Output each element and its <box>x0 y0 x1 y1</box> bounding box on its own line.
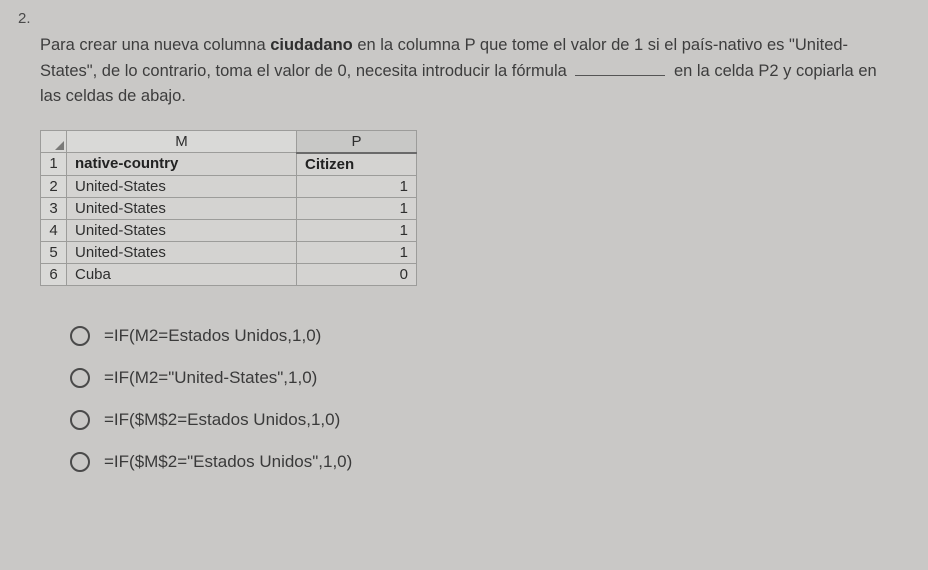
option-4[interactable]: =IF($M$2="Estados Unidos",1,0) <box>70 452 888 472</box>
option-3[interactable]: =IF($M$2=Estados Unidos,1,0) <box>70 410 888 430</box>
table-row: 3United-States1 <box>41 197 417 219</box>
radio-icon[interactable] <box>70 368 90 388</box>
question-number: 2. <box>18 10 38 27</box>
col-header-M: M <box>67 130 297 153</box>
answer-options: =IF(M2=Estados Unidos,1,0) =IF(M2="Unite… <box>70 326 888 472</box>
row-header: 4 <box>41 219 67 241</box>
option-1[interactable]: =IF(M2=Estados Unidos,1,0) <box>70 326 888 346</box>
option-label: =IF($M$2=Estados Unidos,1,0) <box>104 410 340 430</box>
cell-M: Cuba <box>67 263 297 285</box>
cell-P: 1 <box>297 241 417 263</box>
option-label: =IF(M2="United-States",1,0) <box>104 368 317 388</box>
cell-P: 1 <box>297 175 417 197</box>
table-row: 6Cuba0 <box>41 263 417 285</box>
cell-P: 1 <box>297 197 417 219</box>
previous-fragment: 2. <box>40 10 888 33</box>
row-header: 2 <box>41 175 67 197</box>
col-header-P: P <box>297 130 417 153</box>
row-header: 5 <box>41 241 67 263</box>
fill-blank[interactable] <box>575 75 665 76</box>
q-bold: ciudadano <box>270 36 353 54</box>
cell-P: 0 <box>297 263 417 285</box>
table-row: 4United-States1 <box>41 219 417 241</box>
table-row: 5United-States1 <box>41 241 417 263</box>
select-all-corner <box>41 130 67 153</box>
cell-M: United-States <box>67 219 297 241</box>
table-row: 2United-States1 <box>41 175 417 197</box>
cell-M: United-States <box>67 197 297 219</box>
cell-P: 1 <box>297 219 417 241</box>
option-label: =IF($M$2="Estados Unidos",1,0) <box>104 452 352 472</box>
cell-P: Citizen <box>297 153 417 176</box>
radio-icon[interactable] <box>70 452 90 472</box>
radio-icon[interactable] <box>70 410 90 430</box>
row-header: 1 <box>41 153 67 176</box>
option-label: =IF(M2=Estados Unidos,1,0) <box>104 326 321 346</box>
row-header: 6 <box>41 263 67 285</box>
row-header: 3 <box>41 197 67 219</box>
cell-M: United-States <box>67 241 297 263</box>
radio-icon[interactable] <box>70 326 90 346</box>
cell-M: native-country <box>67 153 297 176</box>
spreadsheet-table: M P 1native-countryCitizen2United-States… <box>40 130 417 286</box>
cell-M: United-States <box>67 175 297 197</box>
question-text: Para crear una nueva columna ciudadano e… <box>40 33 888 110</box>
option-2[interactable]: =IF(M2="United-States",1,0) <box>70 368 888 388</box>
q-part1: Para crear una nueva columna <box>40 36 270 54</box>
table-row: 1native-countryCitizen <box>41 153 417 176</box>
